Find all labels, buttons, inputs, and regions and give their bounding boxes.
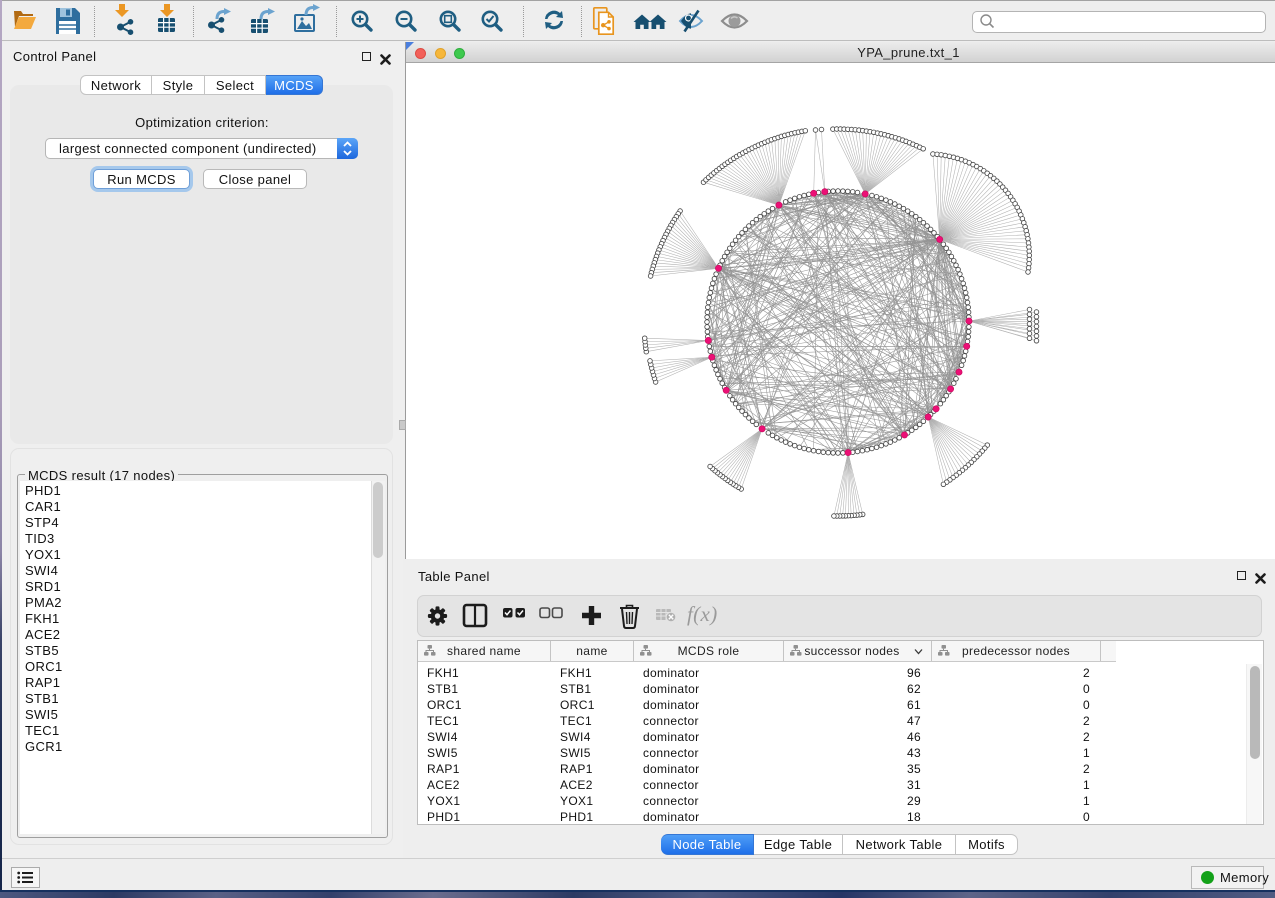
svg-text:f(x): f(x)	[687, 602, 718, 626]
